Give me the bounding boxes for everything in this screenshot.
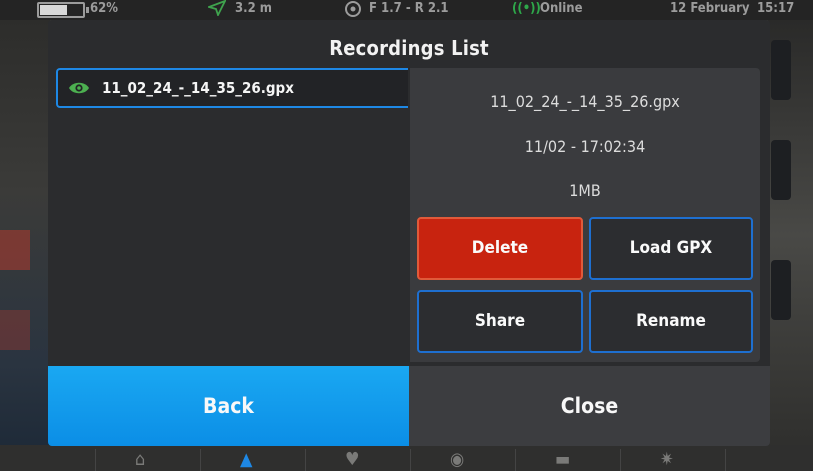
rename-button[interactable]: Rename	[589, 290, 753, 353]
battery-level-fill	[40, 5, 68, 15]
background-marker	[0, 230, 30, 270]
recordings-list: 11_02_24_-_14_35_26.gpx	[50, 68, 410, 362]
home-icon[interactable]: ⌂	[135, 449, 145, 470]
gear-ratio: F 1.7 - R 2.1	[369, 1, 449, 16]
share-button[interactable]: Share	[417, 290, 583, 353]
status-time: 15:17	[757, 1, 795, 16]
background-panel-right	[768, 20, 813, 450]
back-button[interactable]: Back	[48, 366, 409, 446]
gps-accuracy: 3.2 m	[235, 1, 272, 16]
background-map-left	[0, 20, 50, 450]
briefcase-icon[interactable]: ▬	[555, 449, 570, 470]
detail-file-name: 11_02_24_-_14_35_26.gpx	[490, 92, 680, 111]
detail-timestamp: 11/02 - 17:02:34	[524, 137, 646, 156]
dialog-title: Recordings List	[329, 36, 489, 60]
recording-name: 11_02_24_-_14_35_26.gpx	[102, 79, 294, 97]
background-tab	[771, 260, 791, 320]
battery-icon	[37, 2, 89, 18]
settings-icon[interactable]: ✷	[660, 449, 674, 470]
background-tab	[771, 140, 791, 200]
detail-size: 1MB	[569, 181, 601, 200]
recording-details: 11_02_24_-_14_35_26.gpx 11/02 - 17:02:34…	[410, 68, 760, 362]
compass-icon[interactable]: ◉	[450, 449, 464, 470]
background-tab	[771, 40, 791, 100]
load-gpx-button[interactable]: Load GPX	[589, 217, 753, 280]
map-pin-icon[interactable]: ▲	[240, 449, 252, 470]
battery-percent: 62%	[90, 1, 118, 16]
navigation-arrow-icon	[206, 0, 227, 22]
list-item[interactable]: 11_02_24_-_14_35_26.gpx	[56, 68, 408, 108]
recordings-dialog: Recordings List 11_02_24_-_14_35_26.gpx …	[48, 20, 770, 446]
delete-button[interactable]: Delete	[417, 217, 583, 280]
bottom-navigation: ⌂ ▲ ♥ ◉ ▬ ✷	[0, 445, 813, 471]
background-marker	[0, 310, 30, 350]
close-button[interactable]: Close	[409, 366, 770, 446]
status-date: 12 February	[670, 1, 750, 16]
signal-icon: ((•))	[512, 1, 541, 16]
status-bar: 62% 3.2 m F 1.7 - R 2.1 ((•)) Online 12 …	[0, 0, 813, 20]
heart-icon[interactable]: ♥	[345, 449, 360, 470]
eye-icon[interactable]	[68, 79, 90, 97]
connection-status: Online	[540, 1, 583, 16]
